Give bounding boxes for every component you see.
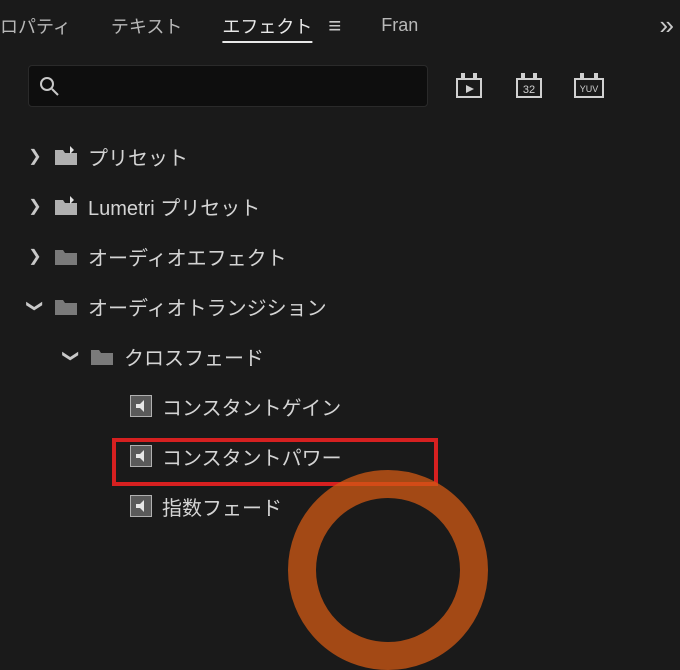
- audio-transition-icon: [130, 495, 152, 517]
- tab-properties[interactable]: ロパティ: [0, 13, 71, 39]
- tab-text[interactable]: テキスト: [111, 13, 182, 39]
- tree-label: 指数フェード: [162, 492, 282, 521]
- audio-transition-icon: [130, 445, 152, 467]
- tree-item-crossfade[interactable]: ❯ クロスフェード: [26, 331, 680, 381]
- tree-item-lumetri-presets[interactable]: ❯ Lumetri プリセット: [26, 181, 680, 231]
- tabs-overflow-icon[interactable]: »: [660, 10, 680, 41]
- tree-label: オーディオトランジション: [88, 292, 327, 321]
- tree-item-constant-power[interactable]: コンスタントパワー: [26, 431, 680, 481]
- yuv-effects-icon[interactable]: YUV: [570, 71, 608, 101]
- tree-item-exponential-fade[interactable]: 指数フェード: [26, 481, 680, 531]
- tree-item-presets[interactable]: ❯ プリセット: [26, 131, 680, 181]
- tree-label: プリセット: [88, 142, 188, 171]
- folder-icon: [54, 296, 78, 316]
- chevron-right-icon[interactable]: ❯: [26, 196, 44, 216]
- effects-tree: ❯ プリセット ❯ Lumetri プリセット ❯ オーディオエフェクト ❯ オ…: [0, 125, 680, 531]
- preset-folder-icon: [54, 146, 78, 166]
- tree-label: Lumetri プリセット: [88, 192, 260, 221]
- search-input[interactable]: [67, 76, 417, 97]
- panel-menu-icon[interactable]: ≡: [328, 13, 341, 39]
- tree-label: コンスタントゲイン: [162, 392, 341, 421]
- tree-label: コンスタントパワー: [162, 442, 342, 471]
- chevron-right-icon[interactable]: ❯: [26, 146, 44, 166]
- folder-icon: [90, 346, 114, 366]
- panel-tabs: ロパティ テキスト エフェクト ≡ Fran »: [0, 0, 680, 55]
- chevron-right-icon[interactable]: ❯: [26, 246, 44, 266]
- tab-overflow-frame[interactable]: Fran: [381, 15, 418, 36]
- tree-item-audio-transitions[interactable]: ❯ オーディオトランジション: [26, 281, 680, 331]
- svg-text:32: 32: [523, 84, 535, 96]
- tab-effects[interactable]: エフェクト: [222, 13, 312, 39]
- chevron-down-icon[interactable]: ❯: [25, 297, 45, 315]
- tree-item-constant-gain[interactable]: コンスタントゲイン: [26, 381, 680, 431]
- effects-toolbar: 32 YUV: [0, 55, 680, 125]
- folder-icon: [54, 246, 78, 266]
- tree-label: オーディオエフェクト: [88, 242, 287, 271]
- svg-text:YUV: YUV: [580, 84, 599, 94]
- tree-item-audio-effects[interactable]: ❯ オーディオエフェクト: [26, 231, 680, 281]
- accelerated-effects-icon[interactable]: [450, 71, 488, 101]
- audio-transition-icon: [130, 395, 152, 417]
- preset-folder-icon: [54, 196, 78, 216]
- search-icon: [39, 76, 59, 96]
- search-field[interactable]: [28, 65, 428, 107]
- chevron-down-icon[interactable]: ❯: [61, 347, 81, 365]
- tree-label: クロスフェード: [124, 342, 264, 371]
- 32bit-effects-icon[interactable]: 32: [510, 71, 548, 101]
